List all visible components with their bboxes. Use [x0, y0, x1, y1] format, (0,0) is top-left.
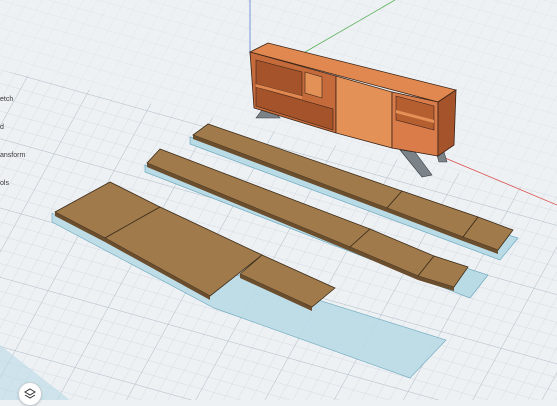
tool-menu-item-sketch[interactable]: etch — [0, 96, 13, 103]
tool-menu-item-build[interactable]: d — [0, 124, 4, 131]
layers-icon — [24, 388, 36, 399]
3d-viewport[interactable]: etch d ansform ols — [0, 0, 557, 400]
tool-menu-item-tools[interactable]: ols — [0, 180, 9, 187]
layers-button[interactable] — [18, 382, 42, 406]
tool-menu-item-transform[interactable]: ansform — [0, 152, 25, 159]
